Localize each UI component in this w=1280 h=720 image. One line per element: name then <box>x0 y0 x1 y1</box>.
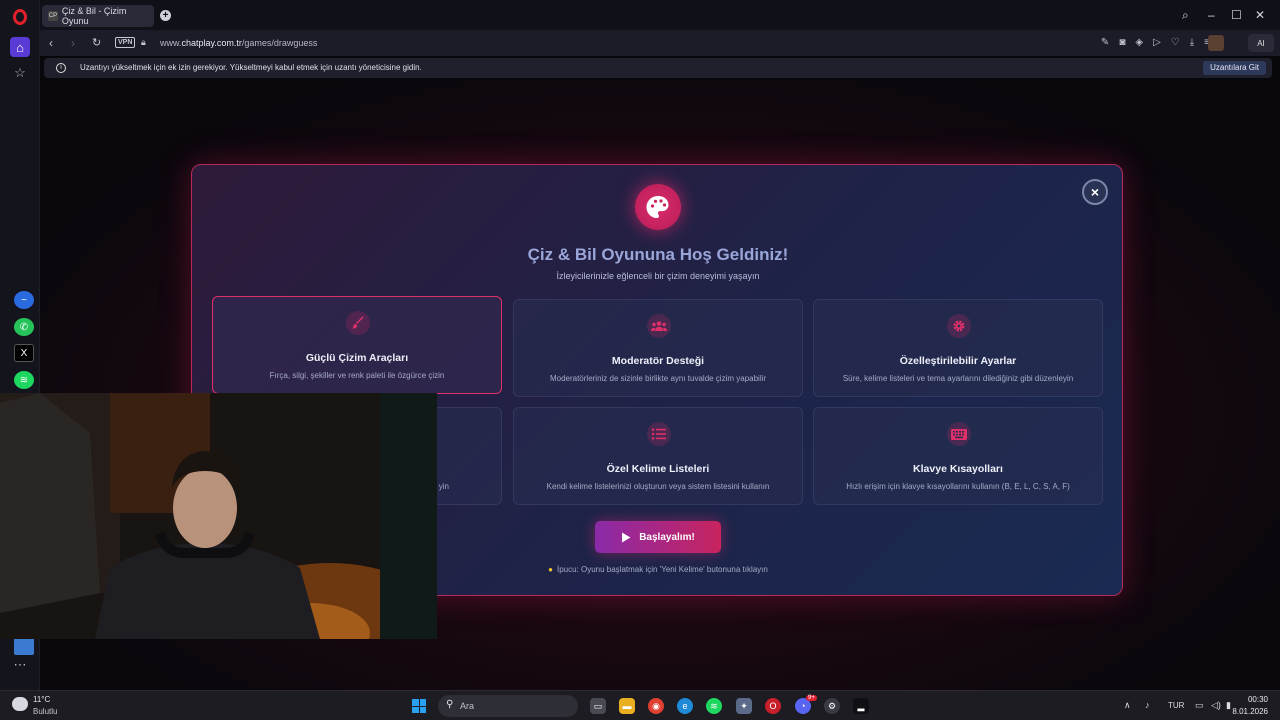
file-explorer-icon[interactable]: ▬ <box>619 698 635 714</box>
discord-badge: 9+ <box>806 695 817 701</box>
monitor-icon[interactable]: ▭ <box>1195 700 1204 711</box>
users-icon <box>647 314 671 338</box>
heart-icon[interactable]: ♡ <box>1171 37 1180 48</box>
opera-logo-icon[interactable] <box>13 9 27 25</box>
minimize-icon[interactable]: – <box>1208 8 1215 22</box>
feature-title: Güçlü Çizim Araçları <box>305 352 409 364</box>
weather-desc[interactable]: Bulutlu <box>33 707 57 716</box>
microphone-icon[interactable]: ♪ <box>1145 700 1150 710</box>
clock-date[interactable]: 8.01.2026 <box>1232 707 1268 716</box>
modal-title: Çiz & Bil Oyununa Hoş Geldiniz! <box>527 245 789 264</box>
tray-chevron-icon[interactable]: ∧ <box>1124 700 1131 711</box>
shield-icon[interactable]: ◈ <box>1135 37 1143 48</box>
steam-icon[interactable]: ⚙ <box>824 698 840 714</box>
download-icon[interactable]: ⤓ <box>1190 37 1194 48</box>
edge-icon[interactable]: e <box>677 698 693 714</box>
search-placeholder: Ara <box>460 701 475 711</box>
windows-start-icon[interactable] <box>412 699 426 713</box>
whatsapp-icon[interactable]: ✆ <box>14 318 34 336</box>
play-icon[interactable]: ▷ <box>1153 37 1161 48</box>
tab-bar: CP Çiz & Bil - Çizim Oyunu + ⌕ – ☐ ✕ <box>40 0 1280 30</box>
edit-icon[interactable]: ✎ <box>1101 37 1109 48</box>
tab-title: Çiz & Bil - Çizim Oyunu <box>61 6 127 26</box>
messenger-icon[interactable]: ~ <box>14 291 34 309</box>
url-path: /games/drawguess <box>241 38 318 48</box>
lock-icon[interactable]: 🔒︎ <box>141 37 146 48</box>
feature-desc: yin <box>438 482 449 491</box>
search-tabs-icon[interactable]: ⌕ <box>1182 8 1189 23</box>
info-icon: i <box>56 63 66 73</box>
lightbulb-icon: ● <box>548 565 553 574</box>
keyboard-icon <box>947 422 971 446</box>
camera-icon[interactable]: ◙ <box>1119 37 1125 48</box>
new-tab-icon[interactable]: + <box>160 10 171 21</box>
task-view-icon[interactable]: ▭ <box>590 698 606 714</box>
tip-text: İpucu: Oyunu başlatmak için 'Yeni Kelime… <box>556 565 768 574</box>
vpn-badge[interactable]: VPN <box>115 37 136 48</box>
start-button-label: Başlayalım! <box>639 531 695 543</box>
infobar-text: Uzantıyı yükseltmek için ek izin gerekiy… <box>80 63 422 72</box>
feature-desc: Hızlı erişim için klavye kısayollarını k… <box>846 482 1070 491</box>
feature-card-shortcuts[interactable]: Klavye Kısayolları Hızlı erişim için kla… <box>813 407 1103 505</box>
webcam-feed-image <box>0 393 437 639</box>
weather-cloud-icon[interactable] <box>12 697 28 711</box>
clock-time[interactable]: 00:30 <box>1248 695 1268 704</box>
feature-desc: Fırça, silgi, şekiller ve renk paleti il… <box>269 371 445 380</box>
feature-card-word-lists[interactable]: Özel Kelime Listeleri Kendi kelime liste… <box>513 407 803 505</box>
feature-title: Moderatör Desteği <box>611 355 705 367</box>
back-icon[interactable]: ‹ <box>49 36 53 50</box>
chrome-icon[interactable]: ◉ <box>648 698 664 714</box>
feature-title: Klavye Kısayolları <box>913 463 1003 475</box>
close-window-icon[interactable]: ✕ <box>1255 8 1265 22</box>
spotify-taskbar-icon[interactable]: ≋ <box>706 698 722 714</box>
feature-desc: Süre, kelime listeleri ve tema ayarların… <box>842 374 1074 383</box>
feature-title: Özelleştirilebilir Ayarlar <box>899 355 1017 367</box>
spotify-icon[interactable]: ≋ <box>14 371 34 389</box>
search-icon: ⚲ <box>446 699 454 710</box>
battery-icon[interactable]: ▮ <box>1226 700 1231 711</box>
star-icon[interactable]: ☆ <box>10 63 30 83</box>
volume-icon[interactable]: ◁) <box>1211 700 1221 711</box>
url-field[interactable]: www.chatplay.com.tr/games/drawguess <box>160 38 317 48</box>
forward-icon[interactable]: › <box>71 36 75 50</box>
feature-card-drawing-tools[interactable]: Güçlü Çizim Araçları Fırça, silgi, şekil… <box>212 296 502 394</box>
url-prefix: www. <box>160 38 182 48</box>
feature-desc: Kendi kelime listelerinizi oluşturun vey… <box>546 482 770 491</box>
tab-favicon-icon: CP <box>48 11 58 21</box>
modal-subtitle: İzleyicilerinizle eğlenceli bir çizim de… <box>556 271 760 281</box>
feature-card-moderator[interactable]: Moderatör Desteği Moderatörleriniz de si… <box>513 299 803 397</box>
go-to-extensions-button[interactable]: Uzantılara Git <box>1203 61 1266 75</box>
feature-title: Özel Kelime Listeleri <box>606 463 710 475</box>
opera-taskbar-icon[interactable]: O <box>765 698 781 714</box>
feature-card-settings[interactable]: Özelleştirilebilir Ayarlar Süre, kelime … <box>813 299 1103 397</box>
language-indicator[interactable]: TUR <box>1168 701 1184 710</box>
app-icon[interactable]: ✦ <box>736 698 752 714</box>
brush-icon <box>346 311 370 335</box>
x-icon[interactable]: X <box>14 344 34 362</box>
ai-button[interactable]: AI <box>1248 34 1274 52</box>
tab-active[interactable]: CP Çiz & Bil - Çizim Oyunu <box>42 5 154 27</box>
home-icon[interactable]: ⌂ <box>10 37 30 57</box>
address-bar: ‹ › ↻ VPN 🔒︎ www.chatplay.com.tr/games/d… <box>40 30 1280 56</box>
windows-taskbar: 11°C Bulutlu ⚲ Ara ▭ ▬ ◉ e ≋ ✦ O ◔ 9+ ⚙ … <box>0 690 1280 720</box>
gear-icon <box>947 314 971 338</box>
close-modal-button[interactable]: × <box>1082 179 1108 205</box>
more-icon[interactable]: ⋯ <box>10 655 30 675</box>
taskbar-search[interactable]: ⚲ Ara <box>438 695 578 717</box>
terminal-icon[interactable]: ▂ <box>853 698 869 714</box>
extension-infobar: i Uzantıyı yükseltmek için ek izin gerek… <box>44 58 1272 78</box>
list-icon <box>647 422 671 446</box>
webcam-overlay <box>0 393 437 639</box>
feature-desc: Moderatörleriniz de sizinle birlikte ayn… <box>549 374 767 383</box>
start-game-button[interactable]: Başlayalım! <box>595 521 721 553</box>
url-domain: chatplay.com.tr <box>181 38 242 48</box>
profile-avatar[interactable] <box>1208 35 1224 51</box>
extension-toolbar: ✎ ◙ ◈ ▷ ♡ ⤓ ≡ <box>1101 37 1210 48</box>
play-icon <box>622 532 631 542</box>
reload-icon[interactable]: ↻ <box>92 36 101 49</box>
weather-temp[interactable]: 11°C <box>33 695 50 704</box>
palette-icon <box>635 184 681 230</box>
maximize-icon[interactable]: ☐ <box>1231 8 1242 22</box>
extension-icon[interactable] <box>14 637 34 655</box>
